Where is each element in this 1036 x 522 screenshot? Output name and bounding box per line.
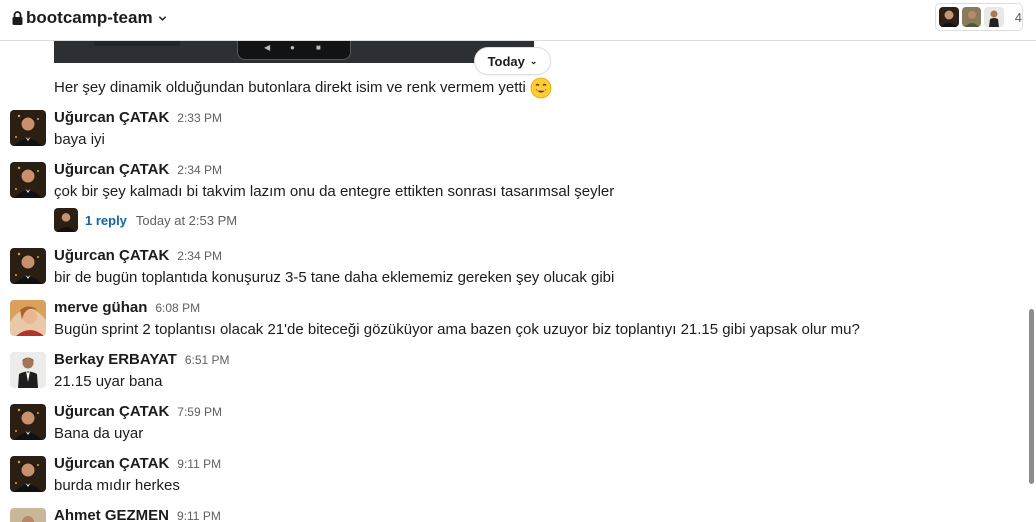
chevron-down-icon <box>158 15 166 21</box>
message-text: çok bir şey kalmadı bi takvim lazım onu … <box>54 183 615 200</box>
member-count: 4 <box>1014 9 1023 25</box>
sender-name[interactable]: Uğurcan ÇATAK <box>54 403 169 420</box>
message-text: bir de bugün toplantıda konuşuruz 3-5 ta… <box>54 269 615 286</box>
grinning-face-emoji-icon <box>530 77 552 99</box>
last-reply-time: Today at 2:53 PM <box>135 212 238 228</box>
timestamp[interactable]: 2:34 PM <box>177 163 222 177</box>
sender-name[interactable]: merve gühan <box>54 299 147 316</box>
message-meta: merve gühan 6:08 PM <box>54 299 200 316</box>
message-meta: Uğurcan ÇATAK 7:59 PM <box>54 403 222 420</box>
message-image-attachment[interactable]: ◀ ● ■ <box>54 41 534 63</box>
sender-name[interactable]: Uğurcan ÇATAK <box>54 455 169 472</box>
sender-name[interactable]: Uğurcan ÇATAK <box>54 161 169 178</box>
message-meta: Ahmet GEZMEN 9:11 PM <box>54 507 221 522</box>
chevron-down-icon: ⌄ <box>529 55 538 66</box>
reply-count-link[interactable]: 1 reply <box>85 213 127 228</box>
avatar[interactable] <box>10 300 46 336</box>
message-continuation: Her şey dinamik olduğundan butonlara dir… <box>54 77 552 99</box>
member-avatar <box>961 7 982 27</box>
avatar[interactable] <box>10 248 46 284</box>
message-meta: Berkay ERBAYAT 6:51 PM <box>54 351 230 368</box>
sender-name[interactable]: Uğurcan ÇATAK <box>54 247 169 264</box>
timestamp[interactable]: 7:59 PM <box>177 405 222 419</box>
channel-header: bootcamp-team 4 <box>0 0 1036 41</box>
message-meta: Uğurcan ÇATAK 9:11 PM <box>54 455 221 472</box>
message-text: Her şey dinamik olduğundan butonlara dir… <box>54 79 526 96</box>
sender-name[interactable]: Uğurcan ÇATAK <box>54 109 169 126</box>
timestamp[interactable]: 6:51 PM <box>185 353 230 367</box>
message-meta: Uğurcan ÇATAK 2:34 PM <box>54 247 222 264</box>
message-text: Bugün sprint 2 toplantısı olacak 21'de b… <box>54 321 860 338</box>
channel-name-button[interactable]: bootcamp-team <box>12 8 167 28</box>
sender-name[interactable]: Berkay ERBAYAT <box>54 351 177 368</box>
avatar[interactable] <box>10 404 46 440</box>
date-divider-label: Today <box>487 53 525 69</box>
date-divider-button[interactable]: Today ⌄ <box>474 47 551 75</box>
timestamp[interactable]: 2:33 PM <box>177 111 222 125</box>
scrollbar-thumb[interactable] <box>1029 309 1034 484</box>
timestamp[interactable]: 6:08 PM <box>155 301 200 315</box>
message-meta: Uğurcan ÇATAK 2:33 PM <box>54 109 222 126</box>
avatar[interactable] <box>10 456 46 492</box>
member-avatar <box>984 7 1004 27</box>
message-text: Bana da uyar <box>54 425 144 442</box>
message: Ahmet GEZMEN 9:11 PM <box>0 507 1020 522</box>
member-avatar <box>939 7 959 27</box>
sender-name[interactable]: Ahmet GEZMEN <box>54 507 169 522</box>
timestamp[interactable]: 9:11 PM <box>177 509 221 522</box>
message-meta: Uğurcan ÇATAK 2:34 PM <box>54 161 222 178</box>
avatar[interactable] <box>10 162 46 198</box>
members-button[interactable]: 4 <box>935 3 1023 31</box>
home-icon: ● <box>290 43 295 52</box>
channel-name: bootcamp-team <box>26 8 153 27</box>
timestamp[interactable]: 9:11 PM <box>177 457 221 471</box>
avatar[interactable] <box>10 508 46 522</box>
message-text: burda mıdır herkes <box>54 477 180 494</box>
avatar[interactable] <box>10 352 46 388</box>
phone-screenshot: ◀ ● ■ <box>237 41 351 60</box>
lock-icon <box>12 11 23 25</box>
back-icon: ◀ <box>264 43 271 52</box>
image-content <box>94 41 180 46</box>
avatar[interactable] <box>10 110 46 146</box>
recents-icon: ■ <box>316 43 321 52</box>
message-text: 21.15 uyar bana <box>54 373 163 390</box>
scrollbar[interactable] <box>1026 41 1036 522</box>
reply-avatar <box>54 208 78 232</box>
timestamp[interactable]: 2:34 PM <box>177 249 222 263</box>
message-text: baya iyi <box>54 131 105 148</box>
thread-summary[interactable]: 1 reply Today at 2:53 PM <box>54 208 237 232</box>
